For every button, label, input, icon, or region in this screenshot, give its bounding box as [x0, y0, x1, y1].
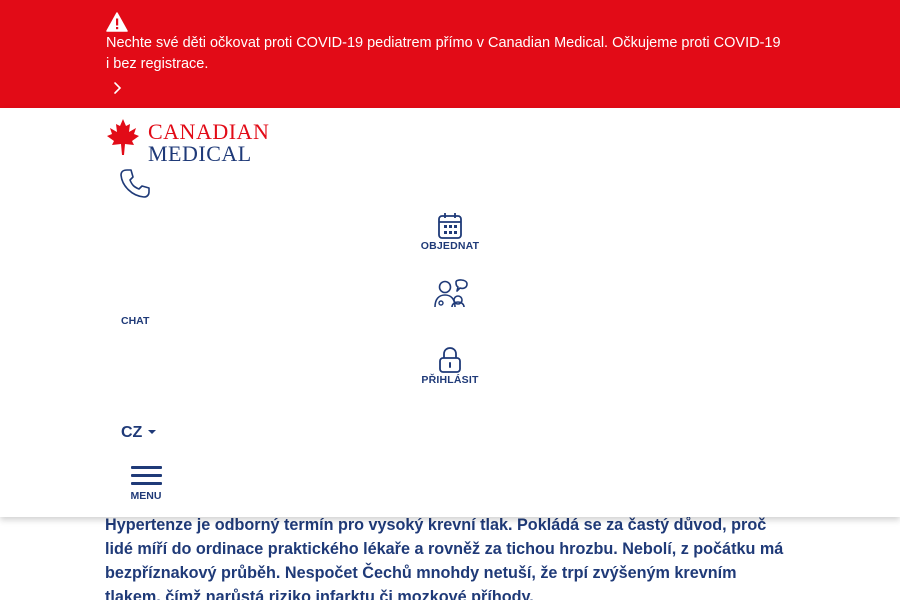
warning-icon [106, 12, 128, 32]
maple-leaf-icon [107, 119, 139, 155]
order-button[interactable]: OBJEDNAT [410, 212, 490, 260]
chat-link[interactable]: CHAT [121, 315, 149, 327]
logo-text-canadian: CANADIAN [148, 119, 270, 144]
order-label: OBJEDNAT [420, 240, 480, 252]
login-label: PŘIHLÁSIT [421, 374, 479, 386]
menu-button[interactable]: MENU [128, 466, 164, 508]
hamburger-icon [130, 466, 162, 469]
calendar-icon [438, 213, 462, 239]
chat-doctors-icon[interactable] [430, 278, 470, 310]
phone-icon[interactable] [119, 167, 151, 199]
lock-icon [439, 347, 461, 373]
logo-text-medical: MEDICAL [148, 141, 252, 166]
covid-alert-banner: Nechte své děti očkovat proti COVID-19 p… [0, 0, 900, 108]
canadian-medical-logo[interactable]: CANADIAN MEDICAL [105, 117, 277, 165]
article-intro-text: Hypertenze je odborný termín pro vysoký … [105, 516, 784, 600]
hamburger-bar [130, 474, 162, 477]
menu-label: MENU [130, 490, 162, 502]
site-header: CANADIAN MEDICAL OBJEDNAT CHAT PŘIHLÁSIT… [0, 108, 900, 517]
language-value: CZ [121, 424, 143, 441]
alert-message[interactable]: Nechte své děti očkovat proti COVID-19 p… [106, 33, 786, 75]
language-select[interactable]: CZ [121, 424, 165, 446]
hamburger-bar [130, 482, 162, 485]
chevron-right-icon[interactable] [110, 80, 124, 96]
login-button[interactable]: PŘIHLÁSIT [410, 346, 490, 394]
caret-down-icon [148, 430, 157, 434]
